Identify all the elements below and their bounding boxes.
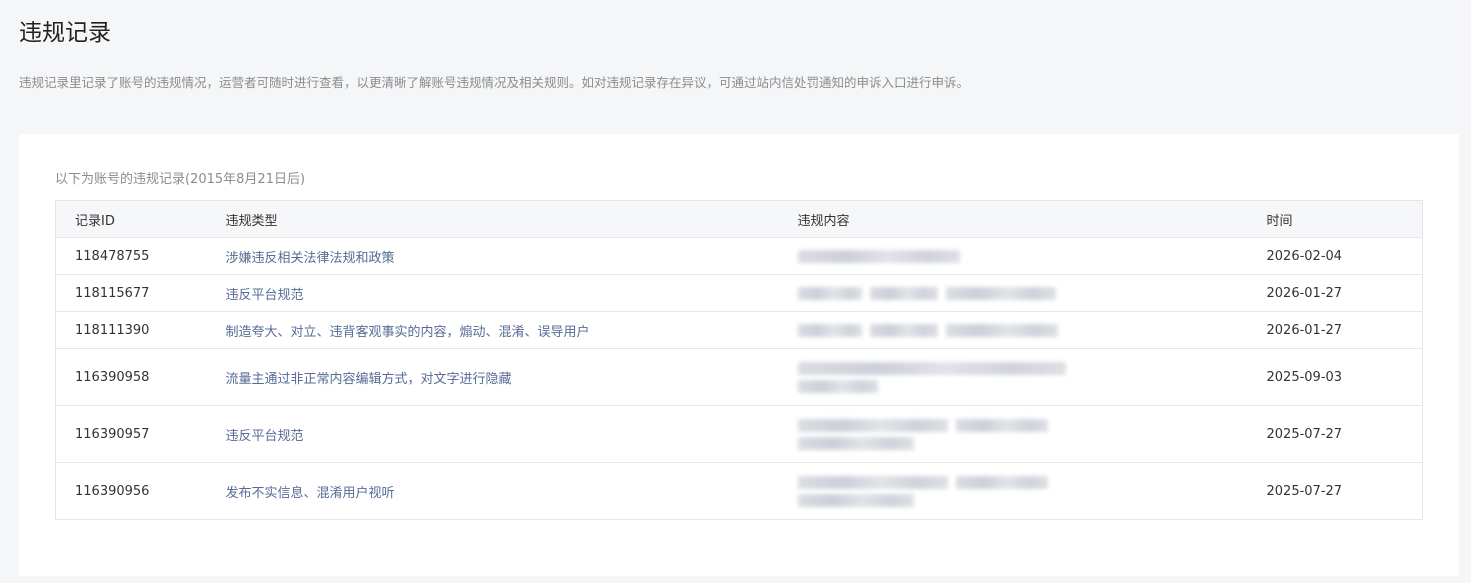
record-type: 发布不实信息、混淆用户视听: [206, 462, 779, 520]
record-time: 2026-01-27: [1247, 274, 1423, 312]
table-row: 118111390 制造夸大、对立、违背客观事实的内容，煽动、混淆、误导用户 2…: [55, 311, 1423, 349]
record-content-blurred: [778, 462, 1248, 520]
records-caption: 以下为账号的违规记录(2015年8月21日后): [55, 172, 306, 187]
page-title: 违规记录: [19, 20, 111, 46]
table-row: 118115677 违反平台规范 2026-01-27: [55, 274, 1423, 312]
table-row: 116390956 发布不实信息、混淆用户视听 2025-07-27: [55, 462, 1423, 520]
record-id: 118111390: [55, 311, 207, 349]
table-row: 118478755 涉嫌违反相关法律法规和政策 2026-02-04: [55, 237, 1423, 275]
column-header-time: 时间: [1247, 200, 1423, 238]
record-content-blurred: [778, 348, 1248, 406]
table-header-row: 记录ID 违规类型 违规内容 时间: [55, 200, 1423, 238]
record-id: 116390958: [55, 348, 207, 406]
record-time: 2025-07-27: [1247, 405, 1423, 463]
record-content-blurred: [778, 237, 1248, 275]
record-id: 116390956: [55, 462, 207, 520]
page-description: 违规记录里记录了账号的违规情况，运营者可随时进行查看，以更清晰了解账号违规情况及…: [19, 75, 970, 90]
record-time: 2026-02-04: [1247, 237, 1423, 275]
record-type: 流量主通过非正常内容编辑方式，对文字进行隐藏: [206, 348, 779, 406]
record-id: 118115677: [55, 274, 207, 312]
table-row: 116390958 流量主通过非正常内容编辑方式，对文字进行隐藏 2025-09…: [55, 348, 1423, 406]
record-id: 116390957: [55, 405, 207, 463]
column-header-id: 记录ID: [55, 200, 207, 238]
record-content-blurred: [778, 311, 1248, 349]
record-type: 违反平台规范: [206, 405, 779, 463]
record-type: 制造夸大、对立、违背客观事实的内容，煽动、混淆、误导用户: [206, 311, 779, 349]
column-header-content: 违规内容: [778, 200, 1248, 238]
records-table: 记录ID 违规类型 违规内容 时间 118478755 涉嫌违反相关法律法规和政…: [55, 200, 1423, 520]
record-content-blurred: [778, 274, 1248, 312]
record-time: 2025-09-03: [1247, 348, 1423, 406]
table-row: 116390957 违反平台规范 2025-07-27: [55, 405, 1423, 463]
column-header-type: 违规类型: [206, 200, 779, 238]
record-time: 2025-07-27: [1247, 462, 1423, 520]
record-time: 2026-01-27: [1247, 311, 1423, 349]
record-type: 违反平台规范: [206, 274, 779, 312]
record-type: 涉嫌违反相关法律法规和政策: [206, 237, 779, 275]
record-content-blurred: [778, 405, 1248, 463]
records-card: 以下为账号的违规记录(2015年8月21日后) 记录ID 违规类型 违规内容 时…: [19, 134, 1459, 576]
record-id: 118478755: [55, 237, 207, 275]
